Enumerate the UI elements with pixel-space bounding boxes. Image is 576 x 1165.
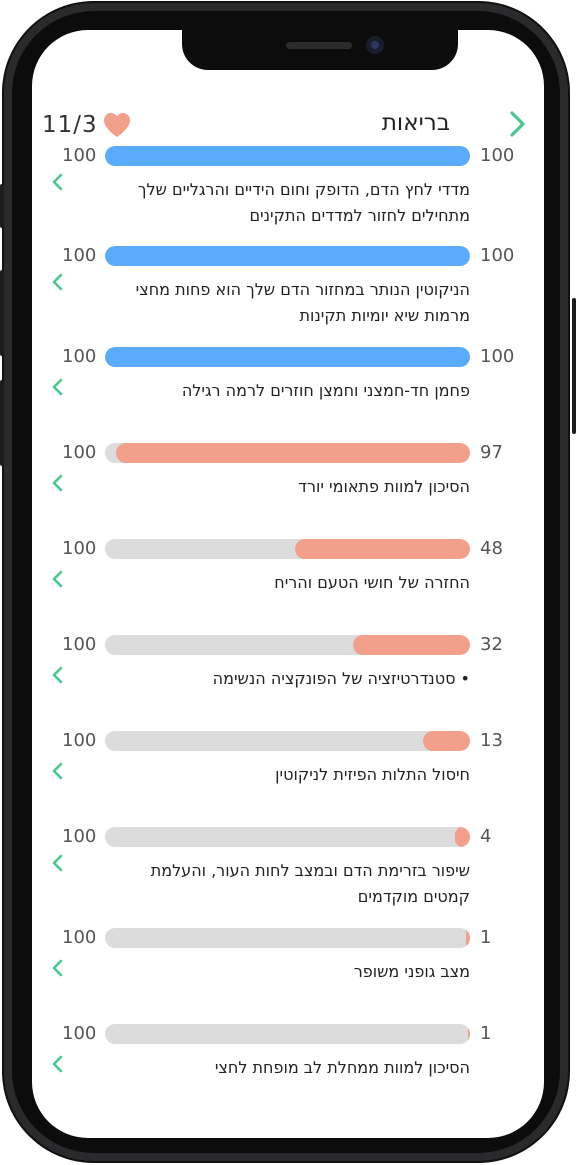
- benefit-progress-fill: [294, 539, 470, 559]
- expand-chevron-icon[interactable]: [50, 760, 66, 782]
- benefit-description-line: מתחילים לחזור למדדים התקינים: [249, 206, 470, 225]
- benefit-description: שיפור בזרימת הדם ובמצב לחות העור, והעלמת…: [70, 858, 470, 910]
- benefit-progress-fill: [105, 146, 470, 166]
- power-button: [572, 298, 576, 434]
- volume-up-button: [0, 270, 4, 356]
- benefit-progress-fill: [465, 928, 470, 948]
- benefit-current-value: 32: [480, 634, 503, 655]
- benefit-progress-fill: [422, 731, 470, 751]
- page-title: בריאות: [381, 110, 450, 136]
- expand-chevron-icon[interactable]: [50, 852, 66, 874]
- benefit-current-value: 13: [480, 730, 503, 751]
- expand-chevron-icon[interactable]: [50, 376, 66, 398]
- benefit-description-line: שיפור בזרימת הדם ובמצב לחות העור, והעלמת: [150, 861, 470, 880]
- benefit-description: הניקוטין הנותר במחזור הדם שלך הוא פחות מ…: [70, 277, 470, 329]
- benefit-current-value: 97: [480, 442, 503, 463]
- benefit-current-value: 100: [480, 245, 515, 266]
- expand-chevron-icon[interactable]: [50, 1053, 66, 1075]
- benefit-description: החזרה של חושי הטעם והריח: [70, 570, 470, 596]
- benefit-max-value: 100: [62, 145, 97, 166]
- benefit-progress-fill: [353, 635, 470, 655]
- benefit-description-line: מצב גופני משופר: [353, 962, 470, 981]
- benefit-max-value: 100: [62, 346, 97, 367]
- mute-switch: [0, 184, 4, 228]
- expand-chevron-icon[interactable]: [50, 664, 66, 686]
- benefit-progress-bar: [105, 443, 470, 463]
- benefit-description-line: חיסול התלות הפיזית לניקוטין: [275, 765, 470, 784]
- benefit-progress-bar: [105, 928, 470, 948]
- benefit-description-line: החזרה של חושי הטעם והריח: [274, 573, 470, 592]
- benefit-max-value: 100: [62, 730, 97, 751]
- benefit-description: חיסול התלות הפיזית לניקוטין: [70, 762, 470, 788]
- benefit-row[interactable]: 100 100 פחמן חד-חמצני וחמצן חוזרים לרמה רג…: [32, 346, 544, 442]
- benefit-row[interactable]: 100 100 מדדי לחץ הדם, הדופק וחום הידיים וה…: [32, 145, 544, 241]
- benefit-row[interactable]: 100 13 חיסול התלות הפיזית לניקוטין: [32, 730, 544, 826]
- benefit-row[interactable]: 100 48 החזרה של חושי הטעם והריח: [32, 538, 544, 634]
- benefit-current-value: 100: [480, 346, 515, 367]
- speaker-grille: [286, 42, 352, 49]
- benefit-row[interactable]: 100 32 • סטנדרטיזציה של הפונקציה הנשימה: [32, 634, 544, 730]
- benefit-progress-fill: [455, 827, 470, 847]
- benefit-current-value: 4: [480, 826, 492, 847]
- benefit-progress-fill: [105, 246, 470, 266]
- benefit-progress-bar: [105, 246, 470, 266]
- benefit-progress-fill: [105, 347, 470, 367]
- benefit-progress-bar: [105, 827, 470, 847]
- benefit-current-value: 1: [480, 927, 492, 948]
- benefits-count: 11/3: [42, 112, 98, 138]
- benefit-progress-bar: [105, 539, 470, 559]
- benefit-row[interactable]: 100 1 מצב גופני משופר: [32, 927, 544, 1023]
- benefit-description: מצב גופני משופר: [70, 959, 470, 985]
- heart-icon: [104, 113, 130, 137]
- expand-chevron-icon[interactable]: [50, 171, 66, 193]
- front-camera: [366, 36, 384, 54]
- benefit-row[interactable]: 100 1 הסיכון למוות ממחלת לב מופחת לחצי: [32, 1023, 544, 1119]
- benefit-max-value: 100: [62, 927, 97, 948]
- benefit-description-line: הסיכון למוות ממחלת לב מופחת לחצי: [214, 1058, 470, 1077]
- expand-chevron-icon[interactable]: [50, 271, 66, 293]
- benefit-description-line: • סטנדרטיזציה של הפונקציה הנשימה: [212, 669, 470, 688]
- volume-down-button: [0, 380, 4, 466]
- benefit-progress-bar: [105, 1024, 470, 1044]
- benefit-description: הסיכון למוות פתאומי יורד: [70, 474, 470, 500]
- benefit-current-value: 1: [480, 1023, 492, 1044]
- benefit-description-line: הסיכון למוות פתאומי יורד: [298, 477, 470, 496]
- benefit-description-line: הניקוטין הנותר במחזור הדם שלך הוא פחות מ…: [135, 280, 470, 299]
- benefit-max-value: 100: [62, 826, 97, 847]
- benefit-progress-bar: [105, 146, 470, 166]
- benefit-max-value: 100: [62, 1023, 97, 1044]
- expand-chevron-icon[interactable]: [50, 568, 66, 590]
- expand-chevron-icon[interactable]: [50, 957, 66, 979]
- benefit-max-value: 100: [62, 245, 97, 266]
- benefit-progress-bar: [105, 635, 470, 655]
- benefit-row[interactable]: 100 4 שיפור בזרימת הדם ובמצב לחות העור, וה…: [32, 826, 544, 922]
- benefit-current-value: 48: [480, 538, 503, 559]
- benefit-description: הסיכון למוות ממחלת לב מופחת לחצי: [70, 1055, 470, 1081]
- benefit-description-line: מדדי לחץ הדם, הדופק וחום הידיים והרגליים…: [137, 180, 470, 199]
- benefit-progress-bar: [105, 731, 470, 751]
- benefit-description-line: מרמות שיא יומיות תקינות: [299, 306, 471, 325]
- benefit-row[interactable]: 100 97 הסיכון למוות פתאומי יורד: [32, 442, 544, 538]
- expand-chevron-icon[interactable]: [50, 472, 66, 494]
- benefit-max-value: 100: [62, 442, 97, 463]
- benefit-description-line: פחמן חד-חמצני וחמצן חוזרים לרמה רגילה: [181, 381, 470, 400]
- screen: בריאות 11/3 100 100 מדדי לחץ הדם, הדופק וח…: [32, 30, 544, 1138]
- benefit-progress-fill: [467, 1024, 470, 1044]
- notch: [182, 30, 458, 70]
- benefit-description: • סטנדרטיזציה של הפונקציה הנשימה: [70, 666, 470, 692]
- benefit-description-line: קמטים מוקדמים: [357, 887, 470, 906]
- benefit-current-value: 100: [480, 145, 515, 166]
- back-chevron-icon[interactable]: [506, 110, 528, 138]
- benefit-progress-fill: [115, 443, 470, 463]
- benefit-progress-bar: [105, 347, 470, 367]
- benefit-max-value: 100: [62, 634, 97, 655]
- benefit-description: פחמן חד-חמצני וחמצן חוזרים לרמה רגילה: [70, 378, 470, 404]
- benefit-description: מדדי לחץ הדם, הדופק וחום הידיים והרגליים…: [70, 177, 470, 229]
- benefit-max-value: 100: [62, 538, 97, 559]
- benefit-row[interactable]: 100 100 הניקוטין הנותר במחזור הדם שלך הוא …: [32, 245, 544, 341]
